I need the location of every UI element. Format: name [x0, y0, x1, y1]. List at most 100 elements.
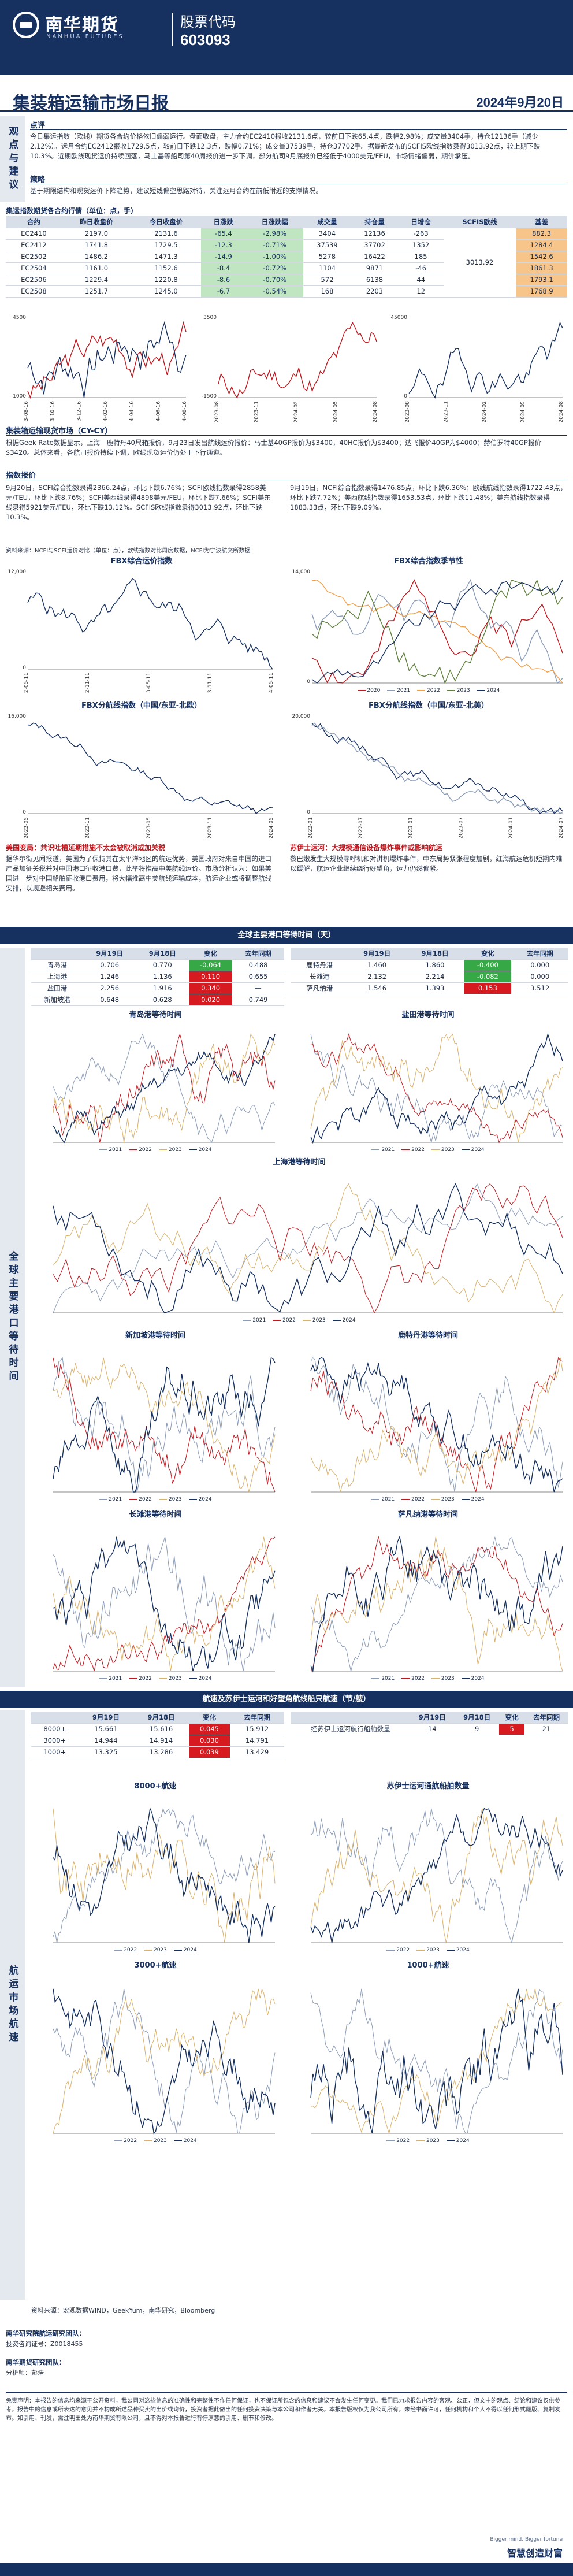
y-tick-label: 45000 — [390, 315, 407, 321]
footer-source: 资料来源：宏观数据WIND，GeekYum，南华研究，Bloomberg — [31, 2307, 215, 2314]
legend-label: 2024 — [471, 1147, 485, 1153]
legend-label: 2021 — [109, 1147, 122, 1153]
speed-table-right: 9月19日 9月18日 变化 去年同期 经苏伊士运河航行船舶数量 14 9 5 21 — [291, 1712, 568, 1735]
index-text-right: 9月19日，NCFI综合指数录得1476.85点，环比下跌6.36%；欧线航线指… — [290, 484, 567, 511]
close-cell: 1220.8 — [131, 274, 201, 286]
fbx-north-america-chart: FBX分航线指数（中国/东亚-北美） 20,000 0 2022-01 2022-07 2… — [290, 699, 567, 838]
value-cell: 2.214 — [405, 971, 464, 983]
prev-close-cell: 1486.2 — [61, 251, 132, 263]
table-row: 8000+ 15.661 15.616 0.045 15.912 — [31, 1723, 284, 1735]
column-header: 9月18日 — [136, 948, 189, 960]
chart-svg: 12,000 0 2022-05-11 2022-11-11 2023-05-11 202… — [8, 569, 275, 693]
value-cell: 14.914 — [133, 1735, 189, 1747]
oi-cell: 6138 — [351, 274, 399, 286]
legend-label: 2023 — [153, 1947, 167, 1953]
column-header: 9月19日 — [410, 1712, 455, 1724]
legend-item: 2023 — [159, 1497, 182, 1502]
value-cell: 14.944 — [78, 1735, 134, 1747]
column-header — [291, 948, 348, 960]
column-header: 9月19日 — [348, 948, 406, 960]
series-line — [53, 1536, 276, 1672]
legend-item: 2024 — [188, 1676, 212, 1682]
series-line — [311, 580, 563, 684]
legend-item: 2024 — [332, 1317, 356, 1323]
legend-label: 2023 — [312, 1317, 326, 1323]
change-cell: 0.030 — [188, 1735, 230, 1747]
legend-item: 2024 — [173, 2138, 197, 2144]
series-line — [311, 580, 563, 684]
report-date: 2024年9月20日 — [476, 95, 564, 110]
legend-label: 2023 — [441, 1147, 455, 1153]
legend-label: 2023 — [456, 688, 470, 693]
legend-label: 2022 — [396, 2138, 410, 2144]
x-tick-label: 2024-05 — [333, 401, 339, 422]
x-tick-label: 2022-11 — [85, 817, 91, 838]
legend-label: 2022 — [411, 1497, 425, 1502]
table-row: EC2410 2197.0 2131.6 -65.4 -2.98% 3404 12136 -2… — [6, 228, 567, 298]
column-header: 9月18日 — [133, 1712, 189, 1724]
legend-label: 2022 — [124, 2138, 137, 2144]
series-line — [53, 1536, 276, 1672]
basis-cell: 1861.3 — [516, 262, 567, 274]
legend-item: 2023 — [447, 688, 470, 693]
chart-svg — [53, 1536, 276, 1672]
speed-chart: 苏伊士运河通航船舶数量 2022 2023 2024 — [289, 1780, 567, 1953]
legend-item: 2022 — [386, 2138, 410, 2144]
table-row: 萨凡纳港 1.546 1.393 0.153 3.512 — [291, 982, 568, 994]
legend-label: 2024 — [342, 1317, 356, 1323]
value-cell: 15.661 — [78, 1723, 134, 1735]
series-line — [53, 1034, 276, 1144]
header-row: 9月19日 9月18日 变化 去年同期 — [291, 948, 568, 960]
y-tick-label: 0 — [23, 665, 26, 671]
chart-svg: 14,000 0 — [292, 569, 563, 685]
value-cell: 1.460 — [348, 959, 406, 971]
legend-item: 2024 — [477, 688, 500, 693]
x-tick-label: 2022-07 — [358, 817, 364, 838]
header-divider — [172, 13, 173, 46]
y-tick-label: 20,000 — [292, 714, 311, 719]
legend-item: 2023 — [159, 1147, 182, 1153]
row-label: 新加坡港 — [31, 994, 83, 1006]
x-tick-label: 2024-02 — [482, 401, 488, 422]
value-cell: 13.325 — [78, 1746, 134, 1758]
table-row: 1000+ 13.325 13.286 0.039 13.429 — [31, 1746, 284, 1758]
legend-item: 2024 — [188, 1147, 212, 1153]
chart-title: 鹿特丹港等待时间 — [397, 1331, 458, 1340]
column-header: 9月18日 — [405, 948, 464, 960]
legend-label: 2024 — [456, 2138, 470, 2144]
chart-legend: 2022 2023 2024 — [289, 1947, 567, 1953]
legend-item: 2020 — [357, 688, 380, 693]
chart-legend: 2021 2022 2023 2024 — [289, 1676, 567, 1682]
change-pct-cell: -2.98% — [246, 228, 304, 240]
y-tick-label: 4500 — [13, 315, 26, 321]
speed-chart: 1000+航速 2022 2023 2024 — [289, 1959, 567, 2144]
legend-label: 2021 — [381, 1147, 395, 1153]
legend-label: 2022 — [411, 1676, 425, 1682]
column-header: 去年同期 — [232, 948, 284, 960]
strategy-heading: 策略 — [30, 176, 46, 184]
column-header: 变化 — [188, 1712, 230, 1724]
y-tick-label: 0 — [307, 679, 310, 685]
series-line — [53, 1033, 276, 1143]
chart-svg — [310, 1357, 563, 1493]
header-row: 合约 昨日收盘价 今日收盘价 日涨跌 日涨跌幅 成交量 持仓量 日增仓 SCFIS欧线 基差 — [6, 216, 567, 228]
logo-english: NANHUA FUTURES — [46, 34, 124, 40]
column-header: 日涨跌幅 — [246, 216, 304, 228]
report-page: 南华期货 NANHUA FUTURES 股票代码 603093 集装箱运输市场日… — [0, 0, 573, 2576]
y-tick-label: 0 — [307, 810, 310, 815]
value-cell: 0.770 — [136, 959, 189, 971]
port-wait-chart: 长滩港等待时间 2021 2022 2023 2024 — [31, 1508, 280, 1682]
contract-cell: EC2504 — [6, 262, 62, 274]
port-wait-chart: 鹿特丹港等待时间 2021 2022 2023 2024 — [289, 1329, 567, 1502]
series-line — [53, 1033, 276, 1144]
column-header: SCFIS欧线 — [443, 216, 516, 228]
change-cell: -12.3 — [200, 239, 247, 251]
chart-legend: 2021 2022 2023 2024 — [31, 1147, 280, 1153]
news1-heading: 美国变局：共识吐槽延期措施不太会被取消或加关税 — [6, 844, 166, 852]
x-tick-label: 2023-08-16 — [24, 401, 29, 422]
oi-change-cell: 185 — [398, 251, 444, 263]
chart-title: 盐田港等待时间 — [401, 1011, 455, 1019]
change-pct-cell: -0.72% — [246, 262, 304, 274]
y-tick-label: 16,000 — [8, 714, 27, 719]
chart-svg: 45000 0 2023-08 2023-11 2024-02 2024-05 2024-0… — [390, 315, 564, 422]
